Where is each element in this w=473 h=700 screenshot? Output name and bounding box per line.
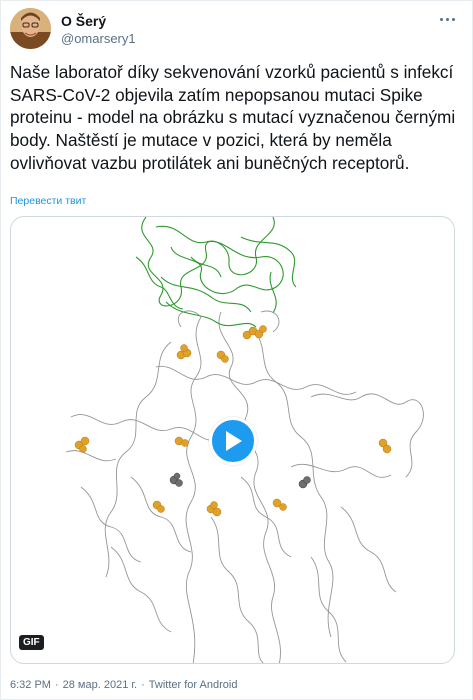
- more-options-icon[interactable]: [432, 8, 462, 30]
- avatar[interactable]: [10, 8, 51, 49]
- meta-separator: ·: [54, 679, 59, 691]
- tweet-card: O Šerý @omarsery1 Naše laboratoř díky se…: [0, 0, 473, 700]
- mutation-markers: [169, 472, 311, 489]
- tweet-source[interactable]: Twitter for Android: [149, 679, 238, 691]
- tweet-header: O Šerý @omarsery1: [10, 8, 462, 50]
- author-display-name[interactable]: O Šerý: [61, 13, 136, 30]
- tweet-meta: 6:32 PM · 28 мар. 2021 г. · Twitter for Andr…: [10, 679, 237, 691]
- protein-backbone: [65, 310, 424, 663]
- author-handle[interactable]: @omarsery1: [61, 30, 136, 47]
- media-video[interactable]: GIF: [10, 216, 455, 664]
- receptor-chain: [135, 217, 297, 328]
- play-icon[interactable]: [209, 417, 257, 465]
- translate-tweet-link[interactable]: Перевести твит: [10, 195, 86, 207]
- avatar-photo-icon: [10, 8, 51, 49]
- author-names: O Šerý @omarsery1: [61, 13, 136, 47]
- meta-separator: ·: [141, 679, 145, 691]
- tweet-text: Naše laboratoř díky sekvenování vzorků p…: [10, 62, 456, 173]
- gif-badge: GIF: [19, 635, 44, 650]
- tweet-date[interactable]: 28 мар. 2021 г.: [63, 679, 137, 691]
- tweet-time[interactable]: 6:32 PM: [10, 679, 51, 691]
